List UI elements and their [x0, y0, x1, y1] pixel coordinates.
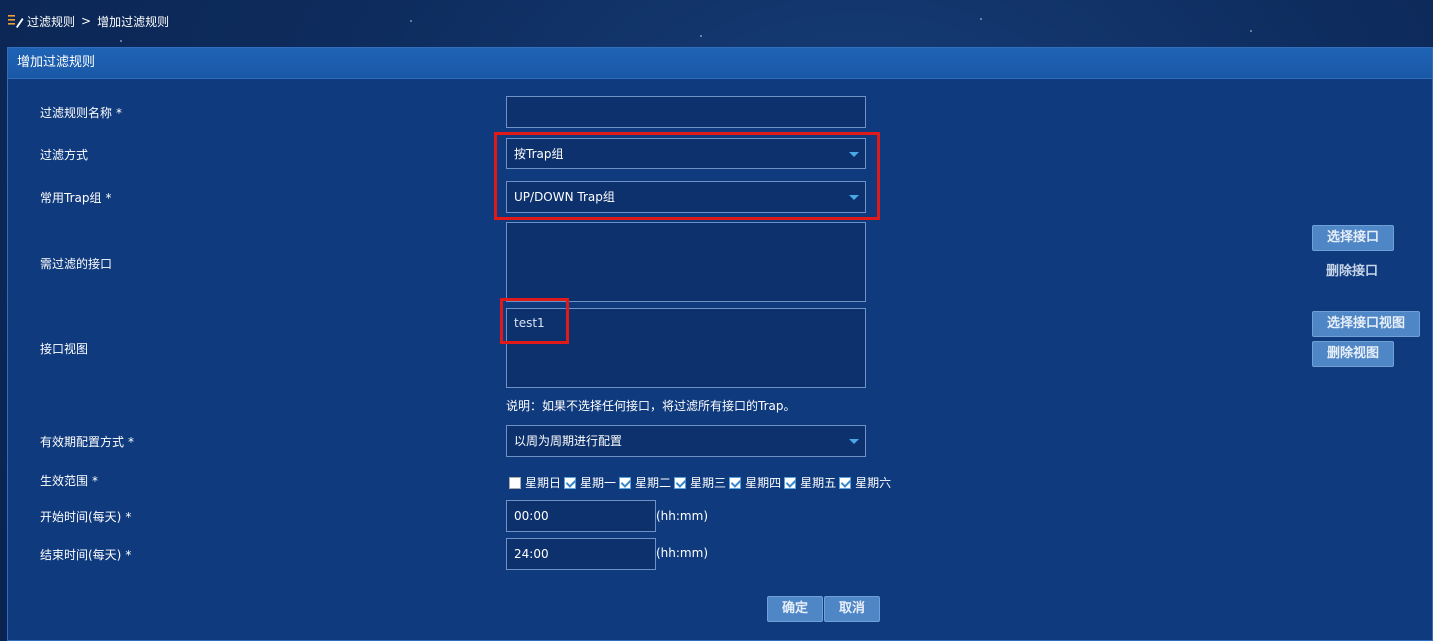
end-time-input[interactable]: 24:00: [506, 538, 656, 570]
required-mark: *: [105, 191, 112, 205]
weekday-checkbox-group: 星期日 星期一 星期二 星期三 星期四 星期五 星期六: [509, 474, 894, 491]
day-label: 星期四: [745, 476, 782, 490]
checkbox-checked[interactable]: [674, 476, 687, 489]
chevron-down-icon: [849, 439, 859, 444]
end-time-label-text: 结束时间(每天): [40, 548, 122, 562]
validity-mode-value: 以周为周期进行配置: [514, 434, 623, 448]
trap-group-label-text: 常用Trap组: [40, 191, 102, 205]
day-label: 星期三: [690, 476, 727, 490]
validity-mode-label: 有效期配置方式 *: [40, 433, 134, 450]
required-mark: *: [128, 435, 135, 449]
validity-mode-select[interactable]: 以周为周期进行配置: [506, 425, 866, 457]
interface-view-label-text: 接口视图: [40, 342, 89, 356]
day-sunday[interactable]: 星期日: [509, 474, 561, 491]
cancel-button[interactable]: 取消: [824, 596, 880, 622]
rule-name-label: 过滤规则名称 *: [40, 104, 122, 121]
start-time-label-text: 开始时间(每天): [40, 510, 122, 524]
star: [410, 20, 412, 22]
star: [1250, 30, 1252, 32]
list-edit-icon: [8, 14, 24, 28]
required-mark: *: [116, 106, 123, 120]
required-mark: *: [92, 474, 99, 488]
day-label: 星期一: [580, 476, 617, 490]
interfaces-listbox[interactable]: [506, 222, 866, 302]
day-monday[interactable]: 星期一: [564, 474, 616, 491]
effective-range-label: 生效范围 *: [40, 472, 98, 489]
interface-note: 说明：如果不选择任何接口，将过滤所有接口的Trap。: [506, 399, 796, 413]
breadcrumb-separator: >: [81, 14, 92, 28]
day-label: 星期二: [635, 476, 672, 490]
required-mark: *: [125, 510, 132, 524]
highlight-box-interface-view: [500, 298, 569, 344]
breadcrumb-current: 增加过滤规则: [97, 14, 170, 29]
checkbox[interactable]: [509, 476, 521, 489]
day-label: 星期五: [800, 476, 837, 490]
filter-mode-label: 过滤方式: [40, 146, 88, 163]
end-time-label: 结束时间(每天) *: [40, 546, 131, 563]
start-time-label: 开始时间(每天) *: [40, 508, 131, 525]
breadcrumb-parent[interactable]: 过滤规则: [27, 13, 75, 30]
day-label: 星期日: [525, 476, 562, 490]
checkbox-checked[interactable]: [564, 476, 577, 489]
highlight-box-trap-settings: [494, 132, 880, 220]
day-wednesday[interactable]: 星期三: [674, 474, 726, 491]
day-thursday[interactable]: 星期四: [729, 474, 781, 491]
checkbox-checked[interactable]: [619, 476, 632, 489]
trap-group-label: 常用Trap组 *: [40, 189, 111, 206]
checkbox-checked[interactable]: [839, 476, 852, 489]
star: [120, 40, 122, 42]
star: [980, 18, 982, 20]
day-label: 星期六: [855, 476, 892, 490]
breadcrumb: 过滤规则 > 增加过滤规则: [8, 12, 169, 30]
select-interface-view-button[interactable]: 选择接口视图: [1312, 311, 1420, 337]
checkbox-checked[interactable]: [729, 476, 742, 489]
delete-view-button[interactable]: 删除视图: [1312, 341, 1394, 367]
day-friday[interactable]: 星期五: [784, 474, 836, 491]
required-mark: *: [125, 548, 132, 562]
rule-name-label-text: 过滤规则名称: [40, 106, 113, 120]
delete-interface-button[interactable]: 删除接口: [1326, 260, 1378, 279]
select-interface-button[interactable]: 选择接口: [1312, 225, 1394, 251]
filter-mode-label-text: 过滤方式: [40, 148, 89, 162]
start-time-hint: (hh:mm): [656, 509, 708, 523]
day-saturday[interactable]: 星期六: [839, 474, 891, 491]
interfaces-label: 需过滤的接口: [40, 255, 112, 272]
interfaces-label-text: 需过滤的接口: [40, 257, 113, 271]
interface-view-label: 接口视图: [40, 340, 88, 357]
confirm-button[interactable]: 确定: [767, 596, 823, 622]
start-time-input[interactable]: 00:00: [506, 500, 656, 532]
star: [700, 35, 702, 37]
end-time-hint: (hh:mm): [656, 546, 708, 560]
rule-name-input[interactable]: [506, 96, 866, 128]
validity-mode-label-text: 有效期配置方式: [40, 435, 125, 449]
effective-range-label-text: 生效范围: [40, 474, 89, 488]
checkbox-checked[interactable]: [784, 476, 797, 489]
day-tuesday[interactable]: 星期二: [619, 474, 671, 491]
panel-title: 增加过滤规则: [8, 48, 1432, 79]
